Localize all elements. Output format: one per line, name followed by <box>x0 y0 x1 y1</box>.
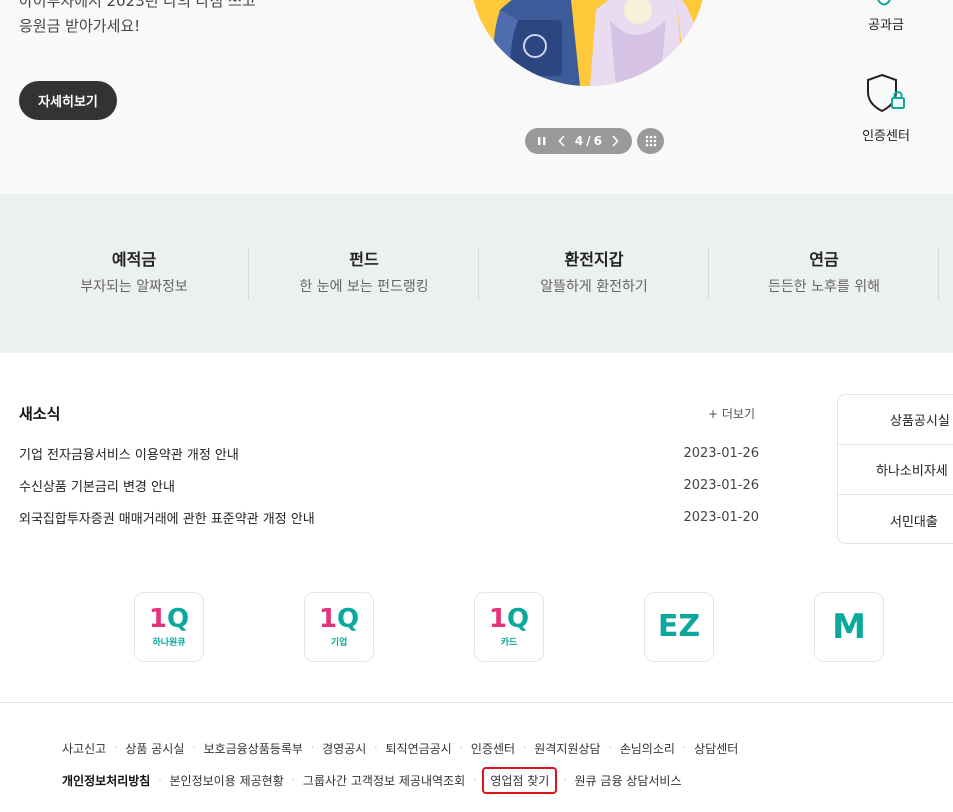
shield-lock-icon[interactable] <box>862 72 910 114</box>
footer-link-remote-support[interactable]: 원격지원상담 <box>534 740 600 757</box>
characters-illustration <box>490 0 700 86</box>
hero-headline: 아이투자에서 2023년 나의 다짐 쓰고 <box>19 0 256 10</box>
grid-view-button[interactable] <box>637 128 664 154</box>
carousel-page-indicator: 4 / 6 <box>575 134 602 148</box>
footer-link-accident-report[interactable]: 사고신고 <box>62 740 106 757</box>
ez-logo-icon: EZ <box>657 609 701 644</box>
quick-link-consumer[interactable]: 하나소비자세 <box>838 445 953 495</box>
footer-link-certificate-center[interactable]: 인증센터 <box>471 740 515 757</box>
menu-pension-subtitle: 든든한 노후를 위해 <box>768 279 880 295</box>
footer-link-branch-finder[interactable]: 영업점 찾기 <box>482 767 558 794</box>
news-item-date: 2023-01-20 <box>683 509 759 525</box>
quick-links-panel: 상품공시실 하나소비자세 서민대출 <box>837 394 953 544</box>
footer-link-consult-center[interactable]: 상담센터 <box>694 740 738 757</box>
menu-pension[interactable]: 연금 든든한 노후를 위해 <box>709 246 939 300</box>
menu-divider <box>938 248 939 300</box>
menu-exchange-wallet[interactable]: 환전지갑 알뜰하게 환전하기 <box>479 246 709 300</box>
footer-link-1q-consulting[interactable]: 원큐 금융 상담서비스 <box>575 772 682 789</box>
footer-link-group-info-sharing[interactable]: 그룹사간 고객정보 제공내역조회 <box>303 772 465 789</box>
menu-fund-title: 펀드 <box>349 250 379 269</box>
app-1q-card[interactable]: 1Q 카드 <box>474 592 544 662</box>
news-item[interactable]: 외국집합투자증권 매매거래에 관한 표준약관 개정 안내 2023-01-20 <box>19 507 759 527</box>
news-item-title[interactable]: 기업 전자금융서비스 이용약관 개정 안내 <box>19 444 239 463</box>
product-menu-band: 예적금 부자되는 알짜정보 펀드 한 눈에 보는 펀드랭킹 환전지갑 알뜰하게 … <box>0 194 953 353</box>
news-item-date: 2023-01-26 <box>683 477 759 493</box>
app-hana-1q[interactable]: 1Q 하나원큐 <box>134 592 204 662</box>
app-1q-business[interactable]: 1Q 기업 <box>304 592 374 662</box>
app-m[interactable]: M <box>814 592 884 662</box>
footer-divider <box>0 702 953 703</box>
quick-link-product-disclosure[interactable]: 상품공시실 <box>838 395 953 445</box>
certificate-center-link[interactable]: 인증센터 <box>846 125 926 144</box>
carousel-total: 6 <box>593 134 603 148</box>
menu-deposit-subtitle: 부자되는 알짜정보 <box>80 279 188 295</box>
app-label: 카드 <box>500 638 518 648</box>
carousel-current: 4 <box>574 134 584 148</box>
card-1q-logo-icon: 1Q <box>488 604 530 634</box>
menu-deposit-title: 예적금 <box>111 250 157 269</box>
news-item[interactable]: 기업 전자금융서비스 이용약관 개정 안내 2023-01-26 <box>19 443 759 463</box>
news-item-title[interactable]: 외국집합투자증권 매매거래에 관한 표준약관 개정 안내 <box>19 508 315 527</box>
news-item-date: 2023-01-26 <box>683 445 759 461</box>
pause-icon[interactable] <box>535 133 549 149</box>
footer-link-personal-info-usage[interactable]: 본인정보이용 제공현황 <box>170 772 284 789</box>
hero-subheadline: 응원금 받아가세요! <box>19 17 141 35</box>
menu-fund-subtitle: 한 눈에 보는 펀드랭킹 <box>299 279 429 295</box>
footer-link-protected-products[interactable]: 보호금융상품등록부 <box>204 740 303 757</box>
footer-links-row-1: 사고신고 · 상품 공시실 · 보호금융상품등록부 · 경영공시 · 퇴직연금공시 · 인… <box>62 740 739 757</box>
footer-link-management-disclosure[interactable]: 경영공시 <box>322 740 366 757</box>
footer-link-retirement-pension[interactable]: 퇴직연금공시 <box>385 740 451 757</box>
news-more-link[interactable]: + 더보기 <box>708 405 755 422</box>
carousel-controls: 4 / 6 <box>525 128 632 154</box>
hana-1q-logo-icon: 1Q <box>148 604 190 634</box>
utility-bill-icon <box>877 0 891 6</box>
app-ez[interactable]: EZ <box>644 592 714 662</box>
m-logo-icon: M <box>832 607 866 647</box>
footer-link-privacy-policy[interactable]: 개인정보처리방침 <box>62 772 150 789</box>
news-item-title[interactable]: 수신상품 기본금리 변경 안내 <box>19 476 175 495</box>
news-section-title: 새소식 <box>19 405 61 423</box>
news-item[interactable]: 수신상품 기본금리 변경 안내 2023-01-26 <box>19 475 759 495</box>
grid-icon <box>645 135 656 147</box>
carousel-separator: / <box>586 134 591 148</box>
app-label: 하나원큐 <box>152 638 186 648</box>
menu-deposit[interactable]: 예적금 부자되는 알짜정보 <box>19 246 249 300</box>
hero-illustration <box>470 0 706 86</box>
quick-link-loan[interactable]: 서민대출 <box>838 495 953 543</box>
footer-links-row-2: 개인정보처리방침 · 본인정보이용 제공현황 · 그룹사간 고객정보 제공내역조회 ·… <box>62 767 682 794</box>
detail-button[interactable]: 자세히보기 <box>19 81 117 120</box>
menu-exchange-subtitle: 알뜰하게 환전하기 <box>540 279 648 295</box>
app-label: 기업 <box>330 638 348 648</box>
hero-banner: 아이투자에서 2023년 나의 다짐 쓰고 응원금 받아가세요! 자세히보기 4… <box>0 0 953 194</box>
menu-exchange-title: 환전지갑 <box>564 250 624 269</box>
utility-bill-link[interactable]: 공과금 <box>846 14 926 33</box>
menu-fund[interactable]: 펀드 한 눈에 보는 펀드랭킹 <box>249 246 479 300</box>
footer-link-product-disclosure[interactable]: 상품 공시실 <box>125 740 184 757</box>
footer-link-customer-voice[interactable]: 손님의소리 <box>620 740 675 757</box>
menu-pension-title: 연금 <box>809 250 839 269</box>
chevron-right-icon[interactable] <box>608 133 622 149</box>
chevron-left-icon[interactable] <box>555 133 569 149</box>
business-1q-logo-icon: 1Q <box>318 604 360 634</box>
